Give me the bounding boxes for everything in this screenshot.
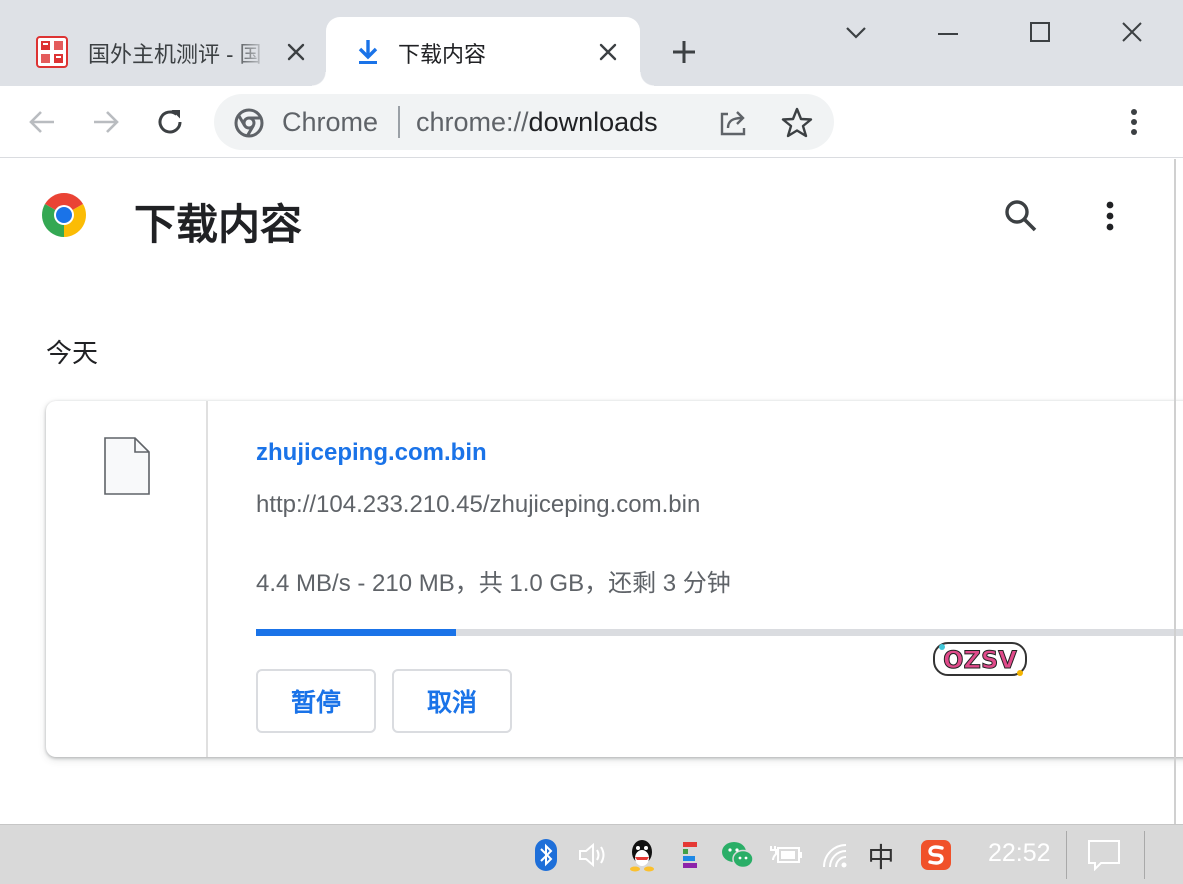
bookmark-star-icon[interactable]	[780, 106, 814, 140]
sogou-ime-icon[interactable]	[918, 837, 954, 873]
cancel-button[interactable]: 取消	[392, 669, 512, 733]
site-seal-icon	[36, 36, 68, 68]
tab-strip: 国外主机测评 - 国 下载内容	[0, 0, 1183, 86]
downloads-page: 下载内容 zhujiceping.com 今天 zhujiceping.com.…	[0, 159, 1183, 824]
chrome-menu-dots-icon[interactable]	[1114, 102, 1154, 142]
system-clock[interactable]: 22:52	[988, 839, 1051, 868]
download-progress-bar	[256, 629, 1183, 636]
tab-zhujiceping[interactable]: 国外主机测评 - 国	[20, 17, 320, 86]
window-right-border	[1174, 159, 1176, 824]
tab-title: 国外主机测评 - 国	[88, 42, 262, 67]
taskbar: 中 22:52	[0, 824, 1183, 884]
url-path: downloads	[528, 107, 658, 137]
battery-plug-icon[interactable]	[768, 837, 804, 873]
reload-icon[interactable]	[150, 102, 190, 142]
tab-search-chevron-down-icon[interactable]	[836, 12, 876, 52]
page-title: 下载内容	[134, 201, 303, 248]
chrome-chip-label: Chrome	[282, 107, 379, 137]
address-bar[interactable]: Chrome chrome://downloads	[214, 94, 834, 150]
close-icon[interactable]	[594, 38, 622, 66]
download-item-card: zhujiceping.com.bin http://104.233.210.4…	[46, 401, 1183, 757]
omnibox-divider	[398, 106, 400, 138]
forward-arrow-icon[interactable]	[86, 102, 126, 142]
download-status: 4.4 MB/s - 210 MB，共 1.0 GB，还剩 3 分钟	[256, 570, 731, 597]
qq-penguin-icon[interactable]	[624, 837, 660, 873]
browser-toolbar: Chrome chrome://downloads	[0, 86, 1183, 158]
download-progress-fill	[256, 629, 456, 636]
pause-button[interactable]: 暂停	[256, 669, 376, 733]
share-icon[interactable]	[716, 106, 750, 140]
ime-indicator[interactable]: 中	[864, 837, 898, 873]
volume-icon[interactable]	[576, 837, 612, 873]
back-arrow-icon[interactable]	[22, 102, 62, 142]
url-scheme: chrome://	[416, 107, 529, 137]
new-tab-plus-icon[interactable]	[666, 36, 702, 68]
taskbar-separator	[1144, 831, 1145, 879]
action-center-icon[interactable]	[1086, 837, 1122, 873]
wifi-icon[interactable]	[818, 837, 854, 873]
date-group-heading: 今天	[46, 338, 99, 368]
chrome-logo-icon	[234, 108, 264, 138]
wechat-icon[interactable]	[720, 837, 756, 873]
app-e-icon[interactable]	[672, 837, 708, 873]
bluetooth-icon[interactable]	[528, 837, 564, 873]
taskbar-separator	[1066, 831, 1067, 879]
ozsv-badge: OZSV	[933, 642, 1027, 676]
url-text[interactable]: chrome://downloads	[416, 107, 658, 138]
search-icon[interactable]	[1000, 195, 1042, 237]
file-icon	[104, 437, 150, 495]
tab-title: 下载内容	[398, 42, 487, 67]
minimize-icon[interactable]	[928, 12, 968, 52]
download-icon	[358, 40, 378, 64]
window-close-icon[interactable]	[1112, 12, 1152, 52]
tab-downloads[interactable]: 下载内容	[312, 17, 654, 86]
maximize-icon[interactable]	[1020, 12, 1060, 52]
close-icon[interactable]	[282, 38, 310, 66]
more-actions-dots-icon[interactable]	[1090, 195, 1130, 237]
file-source-url[interactable]: http://104.233.210.45/zhujiceping.com.bi…	[256, 491, 700, 519]
card-divider	[206, 401, 208, 757]
ozsv-badge-text: OZSV	[943, 646, 1017, 674]
chrome-logo-icon	[42, 193, 86, 237]
file-name-link[interactable]: zhujiceping.com.bin	[256, 439, 487, 467]
